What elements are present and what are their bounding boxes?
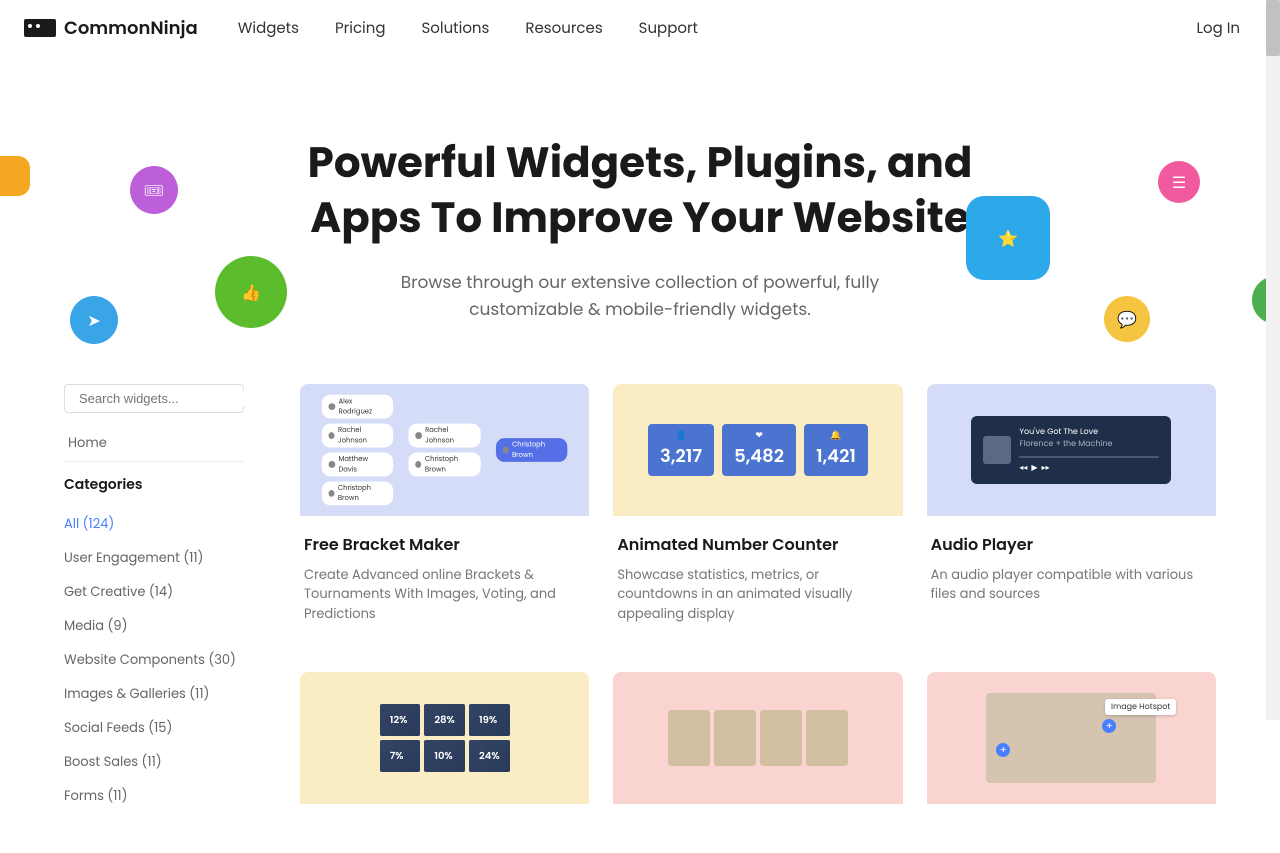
card-title: Free Bracket Maker [304, 532, 585, 557]
cards-icon: ⭐ [966, 196, 1050, 280]
decor-icon [0, 156, 30, 196]
cat-website-components[interactable]: Website Components (30) [64, 643, 244, 677]
card-title: Audio Player [931, 532, 1212, 557]
card-thumb [613, 672, 902, 804]
nav-support[interactable]: Support [639, 17, 698, 40]
ticket-icon: 🎟 [130, 166, 178, 214]
card-chart-widget[interactable]: 12% 28% 19% 7% 10% 24% [300, 672, 589, 813]
card-hotspot-widget[interactable]: Image Hotspot + + [927, 672, 1216, 813]
scrollbar[interactable] [1266, 0, 1280, 720]
hero-title: Powerful Widgets, Plugins, and Apps To I… [290, 136, 990, 245]
message-icon: 💬 [1104, 296, 1150, 342]
cat-all[interactable]: All (124) [64, 507, 244, 541]
thumbs-icon: 👍 [215, 256, 287, 328]
categories-heading: Categories [64, 474, 244, 495]
card-desc: An audio player compatible with various … [931, 565, 1212, 604]
sidebar: Home Categories All (124) User Engagemen… [64, 384, 244, 813]
hero-subtitle: Browse through our extensive collection … [380, 269, 900, 323]
card-desc: Create Advanced online Brackets & Tourna… [304, 565, 585, 624]
logo-icon [24, 19, 56, 37]
content: Home Categories All (124) User Engagemen… [0, 384, 1280, 853]
main-nav: Widgets Pricing Solutions Resources Supp… [238, 17, 1197, 40]
card-gallery-widget[interactable] [613, 672, 902, 813]
widgets-grid: Alex Rodriguez Rachel Johnson Matthew Da… [300, 384, 1216, 813]
nav-solutions[interactable]: Solutions [421, 17, 489, 40]
card-desc: Showcase statistics, metrics, or countdo… [617, 565, 898, 624]
card-thumb: You've Got The Love Florence + the Machi… [927, 384, 1216, 516]
sidebar-home[interactable]: Home [64, 425, 244, 462]
hero: 🎟 👍 ➤ ⭐ ☰ 💬 💬 Powerful Widgets, Plugins,… [0, 56, 1280, 384]
search-box[interactable] [64, 384, 244, 413]
card-thumb: 👤3,217 ❤5,482 🔔1,421 [613, 384, 902, 516]
cat-boost-sales[interactable]: Boost Sales (11) [64, 745, 244, 779]
list-icon: ☰ [1158, 161, 1200, 203]
cat-images-galleries[interactable]: Images & Galleries (11) [64, 677, 244, 711]
card-thumb: 12% 28% 19% 7% 10% 24% [300, 672, 589, 804]
categories-list: All (124) User Engagement (11) Get Creat… [64, 507, 244, 813]
cat-forms[interactable]: Forms (11) [64, 779, 244, 813]
nav-widgets[interactable]: Widgets [238, 17, 299, 40]
card-thumb: Image Hotspot + + [927, 672, 1216, 804]
brand-name: CommonNinja [64, 15, 198, 42]
nav-resources[interactable]: Resources [525, 17, 602, 40]
cat-get-creative[interactable]: Get Creative (14) [64, 575, 244, 609]
login-link[interactable]: Log In [1196, 17, 1240, 40]
card-title: Animated Number Counter [617, 532, 898, 557]
search-input[interactable] [79, 391, 255, 406]
nav-pricing[interactable]: Pricing [335, 17, 386, 40]
send-icon: ➤ [70, 296, 118, 344]
card-number-counter[interactable]: 👤3,217 ❤5,482 🔔1,421 Animated Number Cou… [613, 384, 902, 648]
card-audio-player[interactable]: You've Got The Love Florence + the Machi… [927, 384, 1216, 648]
header: CommonNinja Widgets Pricing Solutions Re… [0, 0, 1280, 56]
cat-user-engagement[interactable]: User Engagement (11) [64, 541, 244, 575]
logo[interactable]: CommonNinja [24, 15, 198, 42]
cat-social-feeds[interactable]: Social Feeds (15) [64, 711, 244, 745]
card-thumb: Alex Rodriguez Rachel Johnson Matthew Da… [300, 384, 589, 516]
card-bracket-maker[interactable]: Alex Rodriguez Rachel Johnson Matthew Da… [300, 384, 589, 648]
scroll-thumb[interactable] [1266, 0, 1280, 56]
cat-media[interactable]: Media (9) [64, 609, 244, 643]
